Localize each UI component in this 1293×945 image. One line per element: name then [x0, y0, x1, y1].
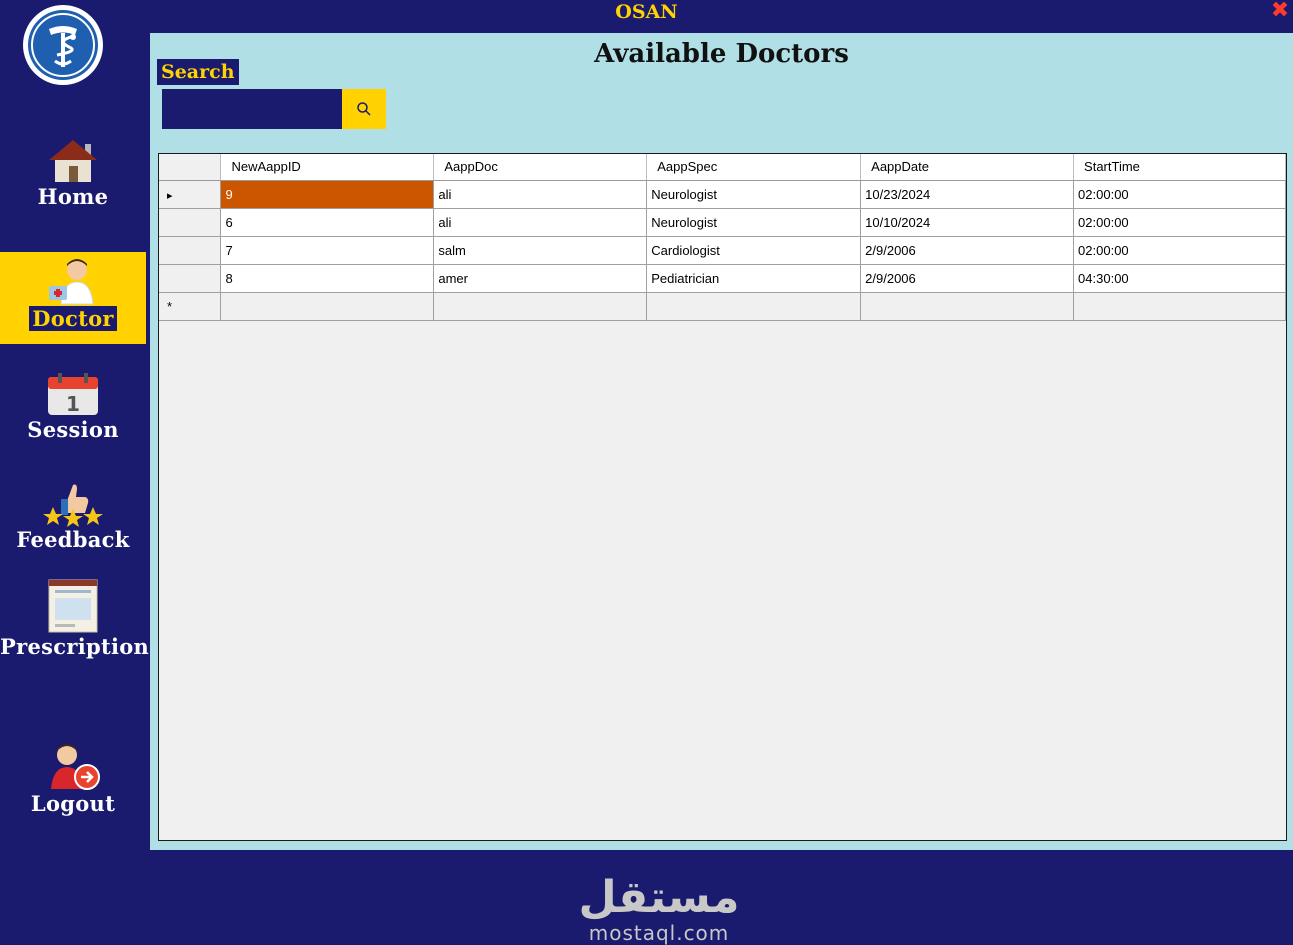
table-cell[interactable]: Pediatrician	[646, 264, 862, 293]
table-cell[interactable]	[646, 292, 862, 321]
table-cell[interactable]: ali	[433, 208, 648, 237]
sidebar-item-feedback[interactable]: Feedback	[0, 481, 146, 567]
row-header[interactable]: ▸	[159, 180, 222, 209]
table-cell[interactable]: 02:00:00	[1073, 180, 1286, 209]
table-cell[interactable]: 6	[220, 208, 435, 237]
table-cell[interactable]: ali	[433, 180, 648, 209]
row-header-corner[interactable]	[159, 154, 222, 181]
table-cell[interactable]: 7	[220, 236, 435, 265]
table-cell[interactable]: salm	[433, 236, 648, 265]
table-cell[interactable]: 04:30:00	[1073, 264, 1286, 293]
table-header-row: NewAappID AappDoc AappSpec AappDate Star…	[159, 154, 1286, 181]
table-cell[interactable]: 2/9/2006	[860, 264, 1075, 293]
row-header[interactable]	[159, 208, 222, 237]
row-header[interactable]: *	[159, 292, 222, 321]
search-button[interactable]	[342, 89, 386, 129]
table-cell[interactable]: Neurologist	[646, 208, 862, 237]
close-icon[interactable]: ✖	[1269, 0, 1291, 22]
sidebar-item-home[interactable]: Home	[0, 138, 146, 228]
table-cell[interactable]	[860, 292, 1075, 321]
page-title: Available Doctors	[594, 39, 849, 69]
table-cell[interactable]: 2/9/2006	[860, 236, 1075, 265]
sidebar-item-label: Doctor	[29, 306, 117, 331]
sidebar-item-label: Session	[27, 417, 119, 442]
new-row[interactable]: *	[159, 292, 1286, 321]
column-header[interactable]: AappSpec	[646, 154, 862, 181]
new-row-indicator: *	[167, 298, 173, 314]
table-row[interactable]: 7 salm Cardiologist 2/9/2006 02:00:00	[159, 236, 1286, 265]
search-input[interactable]	[162, 89, 342, 129]
column-header[interactable]: NewAappID	[220, 154, 435, 181]
watermark-latin: mostaql.com	[588, 921, 730, 945]
table-cell[interactable]: 02:00:00	[1073, 236, 1286, 265]
table-cell[interactable]: 10/23/2024	[860, 180, 1075, 209]
doctors-table: NewAappID AappDoc AappSpec AappDate Star…	[159, 154, 1286, 321]
svg-text:1: 1	[66, 392, 80, 416]
watermark: مستقل mostaql.com	[569, 872, 749, 945]
table-cell[interactable]	[433, 292, 648, 321]
logout-icon	[51, 744, 100, 790]
doctors-grid[interactable]: NewAappID AappDoc AappSpec AappDate Star…	[158, 153, 1287, 944]
home-icon	[49, 140, 97, 182]
search-icon	[357, 102, 371, 116]
column-header[interactable]: StartTime	[1073, 154, 1286, 181]
table-cell[interactable]: 9	[220, 180, 435, 209]
sidebar-item-doctor[interactable]: Doctor	[0, 252, 146, 344]
row-header[interactable]	[159, 236, 222, 265]
thumbs-up-stars-icon	[43, 484, 103, 527]
table-cell[interactable]: amer	[433, 264, 648, 293]
table-cell[interactable]: 8	[220, 264, 435, 293]
prescription-icon	[48, 579, 98, 633]
sidebar: Home Doctor 1 Session Feedback Prescript…	[0, 33, 150, 850]
current-row-indicator: ▸	[167, 189, 173, 202]
table-cell[interactable]: 10/10/2024	[860, 208, 1075, 237]
row-header[interactable]	[159, 264, 222, 293]
title-bar: OSAN ✖	[0, 0, 1293, 33]
calendar-icon: 1	[48, 373, 98, 416]
table-cell[interactable]: Cardiologist	[646, 236, 862, 265]
table-row[interactable]: 8 amer Pediatrician 2/9/2006 04:30:00	[159, 264, 1286, 293]
sidebar-item-label: Home	[37, 184, 109, 209]
sidebar-item-session[interactable]: 1 Session	[0, 371, 146, 457]
sidebar-item-label: Feedback	[16, 527, 130, 552]
sidebar-item-label: Prescription	[0, 634, 150, 659]
main-panel: Available Doctors Search NewAappID AappD…	[150, 33, 1293, 944]
sidebar-item-prescription[interactable]: Prescription	[0, 578, 150, 668]
column-header[interactable]: AappDoc	[433, 154, 648, 181]
window-title: OSAN	[615, 1, 678, 23]
table-cell[interactable]: 02:00:00	[1073, 208, 1286, 237]
doctor-icon	[49, 259, 94, 305]
column-header[interactable]: AappDate	[860, 154, 1075, 181]
table-row[interactable]: ▸ 9 ali Neurologist 10/23/2024 02:00:00	[159, 180, 1286, 209]
search-label: Search	[157, 59, 239, 85]
table-cell[interactable]	[1073, 292, 1286, 321]
sidebar-item-label: Logout	[30, 791, 116, 816]
watermark-arabic: مستقل	[578, 872, 740, 923]
sidebar-item-logout[interactable]: Logout	[0, 743, 146, 833]
table-cell[interactable]	[220, 292, 435, 321]
table-cell[interactable]: Neurologist	[646, 180, 862, 209]
table-row[interactable]: 6 ali Neurologist 10/10/2024 02:00:00	[159, 208, 1286, 237]
